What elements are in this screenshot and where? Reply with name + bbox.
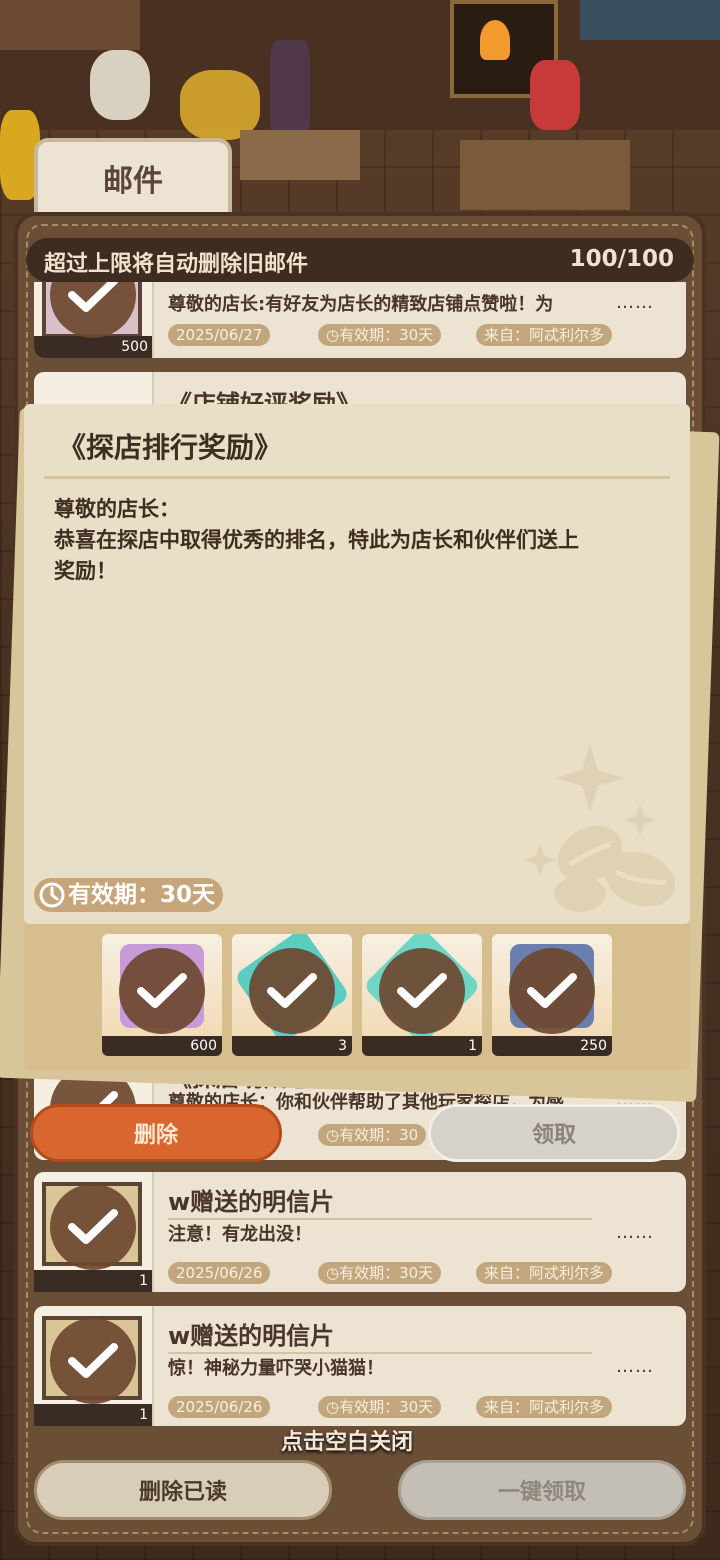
reward-tray: 600 3 1 250 [24, 924, 690, 1070]
mail-thumbnail: 500 [34, 282, 154, 358]
reward-item[interactable]: 3 [232, 934, 352, 1056]
popup-body-line: 恭喜在探店中取得优秀的排名，特此为店长和伙伴们送上 [54, 528, 579, 552]
reward-item[interactable]: 250 [492, 934, 612, 1056]
mail-validity: ◷有效期：30天 [318, 1396, 442, 1418]
mail-sender: 来自：阿忒利尔多 [476, 324, 613, 346]
mail-item[interactable]: 500 尊敬的店长:有好友为店长的精致店铺点赞啦！为 …… 2025/06/27… [34, 282, 686, 358]
tap-to-close-hint: 点击空白关闭 [280, 1430, 413, 1455]
check-icon [50, 1184, 136, 1270]
reward-count: 600 [102, 1036, 222, 1056]
mail-item[interactable]: 1 w赠送的明信片 注意！有龙出没！ …… 2025/06/26 ◷有效期：30… [34, 1172, 686, 1292]
claim-button[interactable]: 领取 [428, 1104, 680, 1162]
clock-icon [39, 882, 65, 908]
popup-divider [44, 476, 670, 479]
attachment-count: 500 [34, 336, 152, 358]
mail-thumbnail: 1 [34, 1172, 154, 1292]
check-icon [249, 948, 335, 1034]
claim-all-button[interactable]: 一键领取 [398, 1460, 686, 1520]
mail-detail-popup: 《探店排行奖励》 尊敬的店长： 恭喜在探店中取得优秀的排名，特此为店长和伙伴们送… [24, 404, 690, 924]
check-icon [119, 948, 205, 1034]
reward-count: 1 [362, 1036, 482, 1056]
mail-tab[interactable]: 邮件 [34, 138, 232, 214]
delete-read-button-label: 删除已读 [138, 1480, 227, 1505]
mail-tab-label: 邮件 [103, 164, 163, 199]
mail-sender: 来自：阿忒利尔多 [476, 1396, 613, 1418]
coffee-bean-decoration-icon [524, 744, 675, 912]
mail-validity: ◷有效期：30天 [318, 1262, 442, 1284]
check-icon [379, 948, 465, 1034]
delete-button-label: 删除 [133, 1123, 178, 1148]
mail-capacity: 100/100 [569, 246, 674, 272]
mail-validity: ◷有效期：30 [318, 1124, 427, 1146]
claim-all-button-label: 一键领取 [497, 1480, 586, 1505]
mail-date: 2025/06/27 [168, 324, 271, 346]
mail-preview: 注意！有龙出没！ [168, 1224, 312, 1245]
popup-body: 尊敬的店长： 恭喜在探店中取得优秀的排名，特此为店长和伙伴们送上 奖励！ [54, 494, 664, 587]
clock-icon: ◷ [326, 1398, 340, 1416]
popup-validity: 有效期：30天 [34, 878, 224, 912]
delete-button[interactable]: 删除 [30, 1104, 282, 1162]
delete-read-button[interactable]: 删除已读 [34, 1460, 332, 1520]
mail-limit-notice: 超过上限将自动删除旧邮件 [44, 252, 309, 277]
mail-header: 超过上限将自动删除旧邮件 100/100 [26, 238, 694, 282]
mail-date: 2025/06/26 [168, 1396, 271, 1418]
claim-button-label: 领取 [531, 1123, 576, 1148]
mail-title: w赠送的明信片 [168, 1322, 335, 1350]
reward-count: 250 [492, 1036, 612, 1056]
check-icon [50, 1318, 136, 1404]
check-icon [509, 948, 595, 1034]
mail-validity: ◷有效期：30天 [318, 324, 442, 346]
clock-icon: ◷ [326, 1264, 340, 1282]
reward-item[interactable]: 1 [362, 934, 482, 1056]
more-dots: …… [616, 292, 654, 313]
mail-preview: 惊！神秘力量吓哭小猫猫！ [168, 1358, 384, 1379]
mail-preview: 尊敬的店长:有好友为店长的精致店铺点赞啦！为 [168, 294, 554, 315]
popup-title: 《探店排行奖励》 [58, 431, 283, 464]
reward-item[interactable]: 600 [102, 934, 222, 1056]
reward-count: 3 [232, 1036, 352, 1056]
attachment-count: 1 [34, 1404, 152, 1426]
mail-title: w赠送的明信片 [168, 1188, 335, 1216]
more-dots: …… [616, 1356, 654, 1377]
mail-thumbnail: 1 [34, 1306, 154, 1426]
clock-icon: ◷ [326, 1126, 340, 1144]
more-dots: …… [616, 1222, 654, 1243]
mail-sender: 来自：阿忒利尔多 [476, 1262, 613, 1284]
attachment-count: 1 [34, 1270, 152, 1292]
clock-icon: ◷ [326, 326, 340, 344]
popup-body-line: 奖励！ [54, 559, 117, 583]
mail-item[interactable]: 1 w赠送的明信片 惊！神秘力量吓哭小猫猫！ …… 2025/06/26 ◷有效… [34, 1306, 686, 1426]
mail-date: 2025/06/26 [168, 1262, 271, 1284]
popup-body-line: 尊敬的店长： [54, 497, 180, 521]
